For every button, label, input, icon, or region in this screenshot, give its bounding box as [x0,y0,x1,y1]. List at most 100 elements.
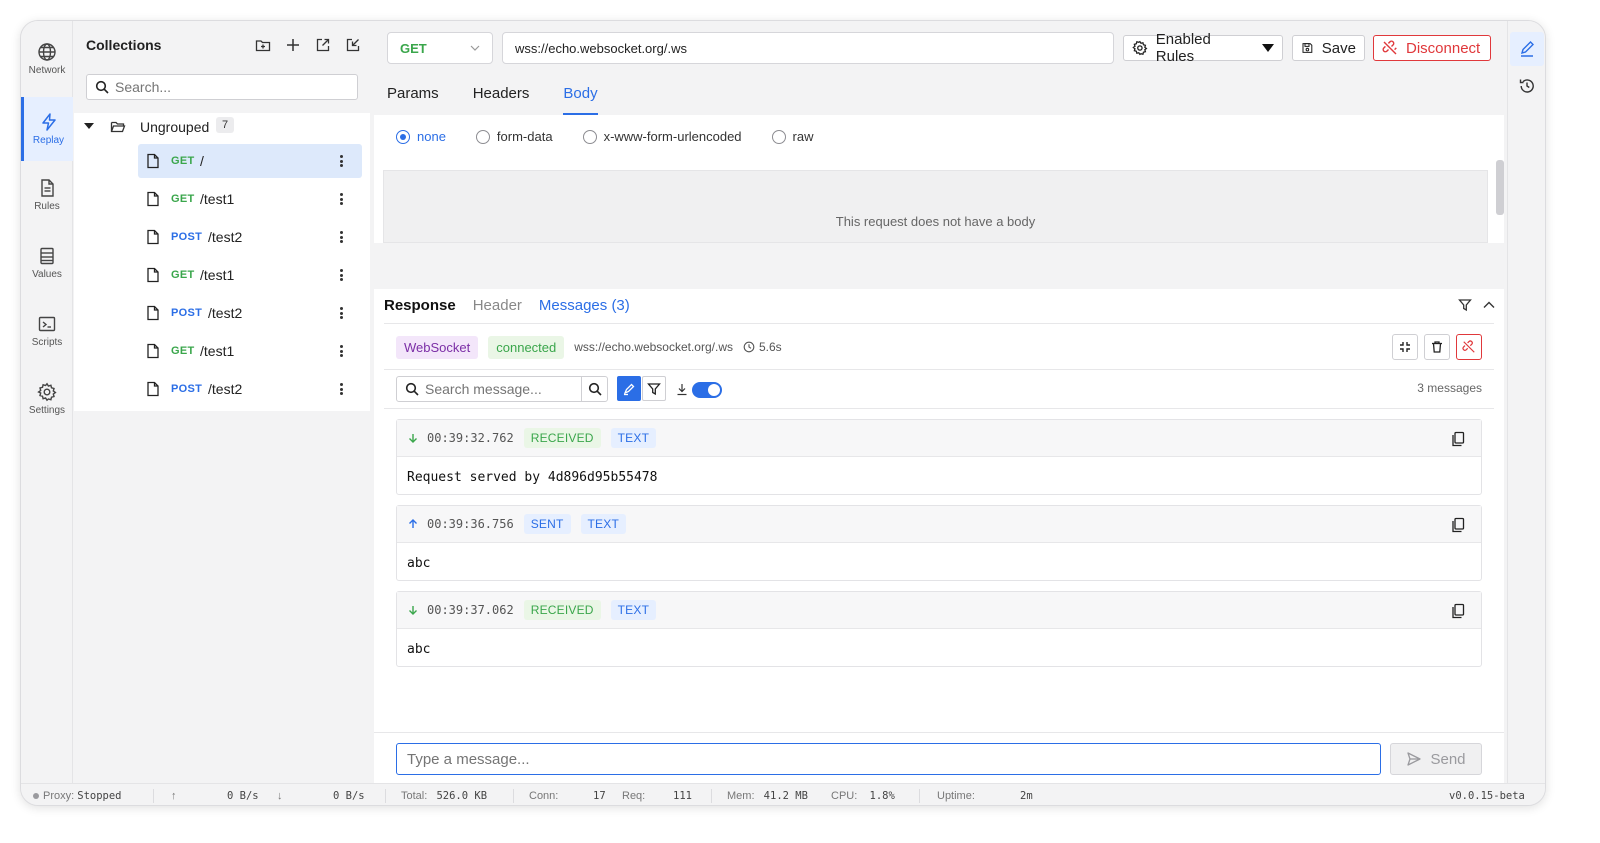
group-count-badge: 7 [216,117,235,133]
message-card: 00:39:37.062 RECEIVED TEXT abc [396,591,1482,667]
globe-icon [38,43,56,61]
request-method: GET [171,193,195,205]
clock-icon [743,341,755,353]
more-vertical-icon[interactable] [336,190,346,208]
message-search[interactable] [396,376,608,402]
body-type-form-data[interactable]: form-data [475,129,553,144]
more-vertical-icon[interactable] [336,152,346,170]
import-icon [346,38,360,52]
more-vertical-icon[interactable] [336,304,346,322]
history-icon [1519,79,1534,93]
save-button[interactable]: Save [1292,35,1365,61]
new-folder-button[interactable] [254,36,272,54]
nav-network-label: Network [28,65,66,76]
nav-rules-label: Rules [34,201,60,212]
request-item[interactable]: GET /test1 [138,182,362,216]
nav-settings[interactable]: Settings [21,367,73,431]
chevron-up-icon[interactable] [1482,298,1496,312]
request-item[interactable]: GET /test1 [138,334,362,368]
radio-icon[interactable] [475,129,490,144]
collections-title: Collections [86,37,162,53]
status-badge: connected [488,335,565,359]
group-ungrouped[interactable]: Ungrouped 7 [74,113,370,141]
nav-replay[interactable]: Replay [21,97,73,161]
nav-scripts[interactable]: Scripts [21,299,73,363]
tab-response[interactable]: Response [384,297,456,314]
nav-network[interactable]: Network [21,27,73,91]
more-vertical-icon[interactable] [336,342,346,360]
download-icon [677,384,687,396]
copy-icon[interactable] [1451,603,1465,619]
export-button[interactable] [314,36,332,54]
copy-icon[interactable] [1451,517,1465,533]
file-icon [147,267,159,283]
radio-selected-icon[interactable] [396,129,410,144]
collections-search[interactable] [86,74,358,100]
request-item[interactable]: POST /test2 [138,296,362,330]
collections-search-input[interactable] [115,79,345,95]
enabled-rules-label: Enabled Rules [1155,31,1211,65]
tab-headers[interactable]: Headers [473,83,530,115]
more-vertical-icon[interactable] [336,228,346,246]
message-direction-tag: RECEIVED [523,600,601,620]
message-search-input[interactable] [425,381,583,397]
tab-params[interactable]: Params [387,83,439,115]
nav-rules[interactable]: Rules [21,163,73,227]
request-item[interactable]: POST /test2 [138,220,362,254]
message-input[interactable] [407,750,1367,768]
tab-body[interactable]: Body [563,83,598,115]
disconnect-button[interactable]: Disconnect [1373,35,1491,61]
download-rate-value: 0 B/s [333,790,365,802]
copy-icon[interactable] [1451,431,1465,447]
search-icon [405,382,419,396]
more-vertical-icon[interactable] [336,266,346,284]
send-label: Send [1430,750,1466,768]
nav-values-label: Values [32,269,62,280]
request-item[interactable]: GET / [138,144,362,178]
chevron-down-icon [470,45,480,51]
body-type-raw[interactable]: raw [771,129,814,144]
group-label: Ungrouped [140,119,210,135]
radio-icon[interactable] [771,129,786,144]
folder-plus-icon [255,40,271,52]
collapse-button[interactable] [1392,334,1418,360]
request-method: GET [171,345,195,357]
method-select[interactable]: GET [387,32,493,64]
tab-messages[interactable]: Messages (3) [539,297,630,314]
import-button[interactable] [344,36,362,54]
nav-values[interactable]: Values [21,231,73,295]
message-search-button[interactable] [581,376,607,402]
more-vertical-icon[interactable] [336,380,346,398]
message-header: 00:39:36.756 SENT TEXT [397,506,1481,543]
request-item[interactable]: GET /test1 [138,258,362,292]
highlight-button[interactable] [617,376,641,401]
filter-button[interactable] [642,376,666,401]
body-type-urlencoded[interactable]: x-www-form-urlencoded [582,129,742,144]
enabled-rules-button[interactable]: Enabled Rules [1123,31,1283,65]
message-input-wrapper[interactable] [396,743,1381,775]
caret-down-icon[interactable] [84,123,94,129]
radio-icon[interactable] [582,129,597,144]
unlink-icon [1382,40,1397,55]
edit-panel-button[interactable] [1510,32,1544,66]
highlighter-icon [623,383,635,395]
body-scrollbar[interactable] [1496,160,1504,215]
send-button[interactable]: Send [1390,743,1482,775]
body-type-none[interactable]: none [396,129,446,144]
tab-header[interactable]: Header [473,297,522,314]
body-type-label: form-data [496,129,553,144]
request-item[interactable]: POST /test2 [138,372,362,406]
close-connection-button[interactable] [1456,334,1482,360]
gear-icon [37,382,57,402]
clear-messages-button[interactable] [1424,334,1450,360]
history-button[interactable] [1510,69,1544,103]
url-input[interactable]: wss://echo.websocket.org/.ws [502,32,1114,64]
filter-icon[interactable] [1458,298,1472,312]
auto-scroll-toggle[interactable] [692,382,722,398]
response-tabs: Response Header Messages (3) [384,297,647,314]
add-request-button[interactable] [284,36,302,54]
cpu-usage: CPU: 1.8% [831,790,895,802]
disconnect-label: Disconnect [1406,39,1481,57]
collections-panel: Collections Search... Ungrouped 7 GET / … [74,21,372,783]
request-path: /test2 [208,381,243,397]
